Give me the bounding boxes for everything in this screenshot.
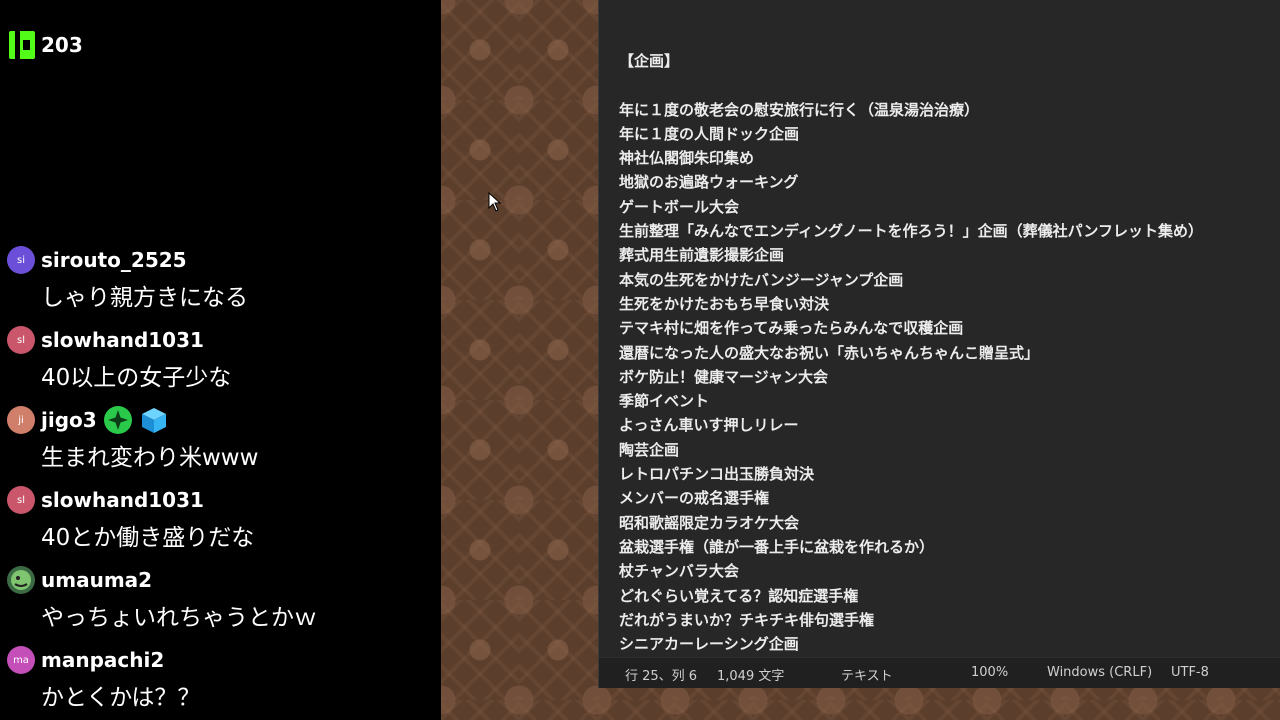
note-line: どれぐらい覚えてる？認知症選手権 bbox=[619, 586, 859, 605]
note-line: 生死をかけたおもち早食い対決 bbox=[619, 294, 830, 313]
note-heading: 【企画】 bbox=[619, 52, 680, 70]
cursor-position: 行 25、列 6 bbox=[625, 669, 698, 684]
avatar[interactable]: si bbox=[7, 246, 35, 274]
character-count: 1,049 文字 bbox=[717, 669, 785, 684]
note-line: メンバーの戒名選手権 bbox=[619, 489, 770, 508]
note-line: 生前整理「みんなでエンディングノートを作ろう！」企画（葬儀社パンフレット集め） bbox=[619, 222, 1203, 241]
note-line: シニアカーレーシング企画 bbox=[619, 635, 799, 654]
message-text: 40以上の女子少な bbox=[41, 365, 232, 391]
username[interactable]: manpachi2 bbox=[41, 648, 164, 672]
star-badge-icon bbox=[103, 406, 132, 434]
username[interactable]: slowhand1031 bbox=[41, 488, 204, 512]
note-line: 神社仏閣御朱印集め bbox=[619, 149, 755, 168]
note-line: 年に１度の敬老会の慰安旅行に行く（温泉湯治治療） bbox=[619, 100, 980, 119]
note-line: レトロパチンコ出玉勝負対決 bbox=[619, 465, 815, 484]
status-bar: 行 25、列 6 1,049 文字 テキスト 100% Windows (CRL… bbox=[599, 657, 1280, 688]
line-ending[interactable]: Windows (CRLF) bbox=[1047, 665, 1152, 680]
chat-message: si sirouto_2525 しゃり親方きになる bbox=[7, 246, 248, 312]
note-line: ボケ防止！健康マージャン大会 bbox=[619, 367, 828, 386]
note-line: 還暦になった人の盛大なお祝い「赤いちゃんちゃんこ贈呈式」 bbox=[619, 343, 1040, 362]
text-editor-area[interactable]: 【企画】 年に１度の敬老会の慰安旅行に行く（温泉湯治治療） 年に１度の人間ドック… bbox=[619, 49, 1203, 656]
note-line: 季節イベント bbox=[619, 392, 710, 411]
note-line: 盆栽選手権（誰が一番上手に盆栽を作れるか） bbox=[619, 537, 935, 556]
note-line: ゲートボール大会 bbox=[619, 197, 740, 216]
note-line: 杖チャンバラ大会 bbox=[619, 562, 739, 581]
message-text: かとくかは？？ bbox=[41, 685, 201, 711]
avatar[interactable]: ma bbox=[7, 646, 35, 674]
notepad-window: 【企画】 年に１度の敬老会の慰安旅行に行く（温泉湯治治療） 年に１度の人間ドック… bbox=[598, 0, 1280, 688]
username[interactable]: slowhand1031 bbox=[41, 328, 204, 352]
viewer-counter: 203 bbox=[9, 31, 83, 59]
note-line: 年に１度の人間ドック企画 bbox=[619, 124, 800, 143]
chat-message: sl slowhand1031 40とか働き盛りだな bbox=[7, 486, 254, 552]
kick-logo-icon bbox=[9, 31, 35, 59]
note-line: 葬式用生前遺影撮影企画 bbox=[619, 246, 785, 265]
text-format[interactable]: テキスト bbox=[841, 665, 893, 684]
message-text: 生まれ変わり米www bbox=[41, 445, 259, 471]
note-line: 陶芸企画 bbox=[619, 440, 680, 459]
cube-badge-icon bbox=[141, 408, 166, 433]
encoding[interactable]: UTF-8 bbox=[1171, 665, 1209, 680]
avatar[interactable] bbox=[7, 566, 35, 594]
chat-panel: 203 si sirouto_2525 しゃり親方きになる sl slowhan… bbox=[0, 0, 441, 720]
chat-message: umauma2 やっちょいれちゃうとかｗ bbox=[7, 566, 317, 632]
note-line: 地獄のお遍路ウォーキング bbox=[619, 173, 799, 192]
username[interactable]: umauma2 bbox=[41, 568, 152, 592]
message-text: 40とか働き盛りだな bbox=[41, 525, 255, 551]
message-text: やっちょいれちゃうとかｗ bbox=[41, 605, 317, 631]
chat-message: ma manpachi2 かとくかは？？ bbox=[7, 646, 200, 712]
zoom-level[interactable]: 100% bbox=[971, 665, 1008, 680]
mouse-cursor-icon bbox=[488, 192, 502, 212]
note-line: 昭和歌謡限定カラオケ大会 bbox=[619, 513, 800, 532]
message-text: しゃり親方きになる bbox=[41, 285, 248, 311]
chat-message: sl slowhand1031 40以上の女子少な bbox=[7, 326, 231, 392]
note-line: テマキ村に畑を作ってみ乗ったらみんなで収穫企画 bbox=[619, 319, 964, 338]
note-line: よっさん車いす押しリレー bbox=[619, 416, 799, 435]
avatar[interactable]: sl bbox=[7, 486, 35, 514]
viewer-count: 203 bbox=[41, 33, 83, 57]
username[interactable]: jigo3 bbox=[41, 408, 97, 432]
note-line: だれがうまいか？チキチキ俳句選手権 bbox=[619, 610, 875, 629]
chat-message: ji jigo3 生まれ変わり米www bbox=[7, 406, 258, 472]
avatar[interactable]: ji bbox=[7, 406, 35, 434]
horse-avatar-icon bbox=[11, 570, 31, 590]
avatar[interactable]: sl bbox=[7, 326, 35, 354]
username[interactable]: sirouto_2525 bbox=[41, 248, 187, 272]
note-line: 本気の生死をかけたバンジージャンプ企画 bbox=[619, 270, 904, 289]
